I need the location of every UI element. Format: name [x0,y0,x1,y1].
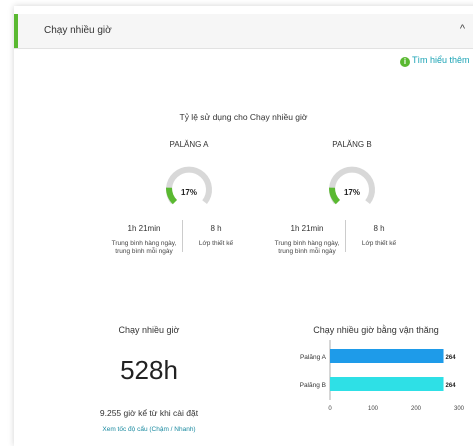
bar-chart-title: Chạy nhiều giờ bằng vận thăng [313,325,439,335]
collapse-chevron-icon[interactable]: ^ [460,23,465,35]
panel-header[interactable]: Chạy nhiều giờ ^ [14,14,473,49]
category-label: Palăng A [300,354,327,361]
design-class-value: 8 h [373,224,385,233]
stat-divider [345,220,346,252]
usage-title: Tỷ lệ sử dụng cho Chạy nhiều giờ [179,112,308,122]
stat-divider [182,220,183,252]
avg-daily-label: Trung bình hàng ngày, trung bình mỗi ngà… [111,240,177,255]
avg-daily-value: 1h 21min [290,224,324,233]
hoist-run-hours-chart: Palăng A 264 Palăng B 264 0 100 200 300 [300,340,465,412]
hoist-speed-link[interactable]: Xem tốc độ cẩu (Chậm / Nhanh) [54,426,244,433]
design-class-label: Lớp thiết kế [198,240,234,247]
gauge-hoist-a: PALĂNG A 17% 1h 21min Trung bình hàng ng… [112,140,264,255]
learn-more-link[interactable]: i Tìm hiểu thêm [400,55,470,67]
run-hours-value: 528h [120,355,178,385]
panel-title: Chạy nhiều giờ [44,25,112,36]
data-label: 264 [446,383,457,389]
gauge-percent: 17% [180,188,197,197]
avg-daily-value: 1h 21min [127,224,161,233]
gauge-percent: 17% [343,188,360,197]
gauge-hoist-name: PALĂNG A [169,140,209,149]
usage-gauge [165,166,212,205]
bar [330,349,444,363]
gauge-track [166,166,212,204]
gauge-hoist-b: PALĂNG B 17% 1h 21min Trung bình hàng ng… [275,140,427,255]
learn-more-label: Tìm hiểu thêm [412,55,470,65]
gauge-hoist-name: PALĂNG B [332,140,372,149]
tick-label: 100 [368,406,379,412]
usage-gauge [328,166,375,205]
header-accent-bar [14,14,18,48]
design-class-value: 8 h [210,224,222,233]
tick-label: 200 [411,406,422,412]
tick-label: 300 [454,406,465,412]
info-icon: i [400,57,410,67]
gauge-track [329,166,375,204]
tick-label: 0 [328,406,332,412]
data-label: 264 [446,355,457,361]
category-label: Palăng B [300,382,326,389]
bar [330,377,444,391]
avg-daily-label: Trung bình hàng ngày, trung bình mỗi ngà… [274,240,340,255]
design-class-label: Lớp thiết kế [361,240,397,247]
run-hours-panel: Chạy nhiều giờ ^ i Tìm hiểu thêm Tỷ lệ sử… [14,6,473,446]
since-install-text: 9.255 giờ kể từ khi cài đặt [99,408,199,418]
run-hours-title: Chạy nhiều giờ [118,325,180,335]
